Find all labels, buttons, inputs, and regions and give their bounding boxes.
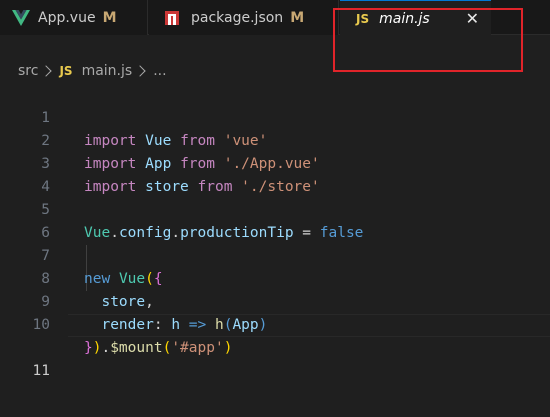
modified-indicator: M	[290, 9, 305, 26]
close-tab-icon[interactable]: ✕	[466, 10, 479, 27]
line-number: 11	[32, 363, 50, 379]
editor-tab-bar: App.vue M package.json M JS main.js ✕	[0, 0, 550, 36]
tab-label: package.json	[191, 9, 284, 26]
code-line[interactable]: 9 render: h => h(App)	[0, 268, 550, 333]
token: )	[223, 340, 233, 356]
npm-icon	[165, 10, 179, 25]
current-line-highlight	[68, 314, 550, 337]
token: }	[84, 340, 93, 356]
tab-package-json[interactable]: package.json M	[149, 0, 339, 35]
token: '#app'	[171, 340, 224, 356]
chevron-right-icon	[40, 65, 53, 77]
breadcrumb-file[interactable]: main.js	[82, 63, 133, 79]
tab-main-js[interactable]: JS main.js ✕	[340, 0, 491, 36]
token: .	[101, 340, 111, 356]
code-line[interactable]: 2 import App from './App.vue'	[0, 107, 550, 172]
tab-label: main.js	[379, 10, 430, 27]
js-file-icon: JS	[356, 11, 370, 26]
code-line[interactable]: 5 Vue.config.productionTip = false	[0, 176, 550, 241]
code-line[interactable]: 8 store,	[0, 245, 550, 310]
js-file-icon: JS	[59, 64, 73, 78]
token: $mount	[110, 340, 163, 356]
code-line[interactable]: 10 }).$mount('#app')	[0, 291, 550, 356]
breadcrumb: src JS main.js ...	[18, 60, 167, 82]
breadcrumb-folder[interactable]: src	[18, 63, 38, 79]
breadcrumb-symbols[interactable]: ...	[153, 63, 166, 79]
code-editor[interactable]: 1 import Vue from 'vue' 2 import App fro…	[0, 84, 550, 417]
code-line[interactable]: 1 import Vue from 'vue'	[0, 84, 550, 149]
code-line[interactable]: 3 import store from './store'	[0, 130, 550, 195]
code-line[interactable]: 4	[0, 153, 550, 195]
tab-label: App.vue	[38, 9, 96, 26]
line-content: }).$mount('#app')	[84, 337, 232, 360]
code-line[interactable]: 6	[0, 199, 550, 241]
code-line-active[interactable]: 11	[0, 314, 550, 379]
chevron-right-icon	[134, 65, 146, 77]
vue-icon	[12, 9, 30, 26]
modified-indicator: M	[102, 9, 117, 26]
code-line[interactable]: 7 new Vue({	[0, 222, 550, 287]
tab-app-vue[interactable]: App.vue M	[0, 0, 148, 35]
